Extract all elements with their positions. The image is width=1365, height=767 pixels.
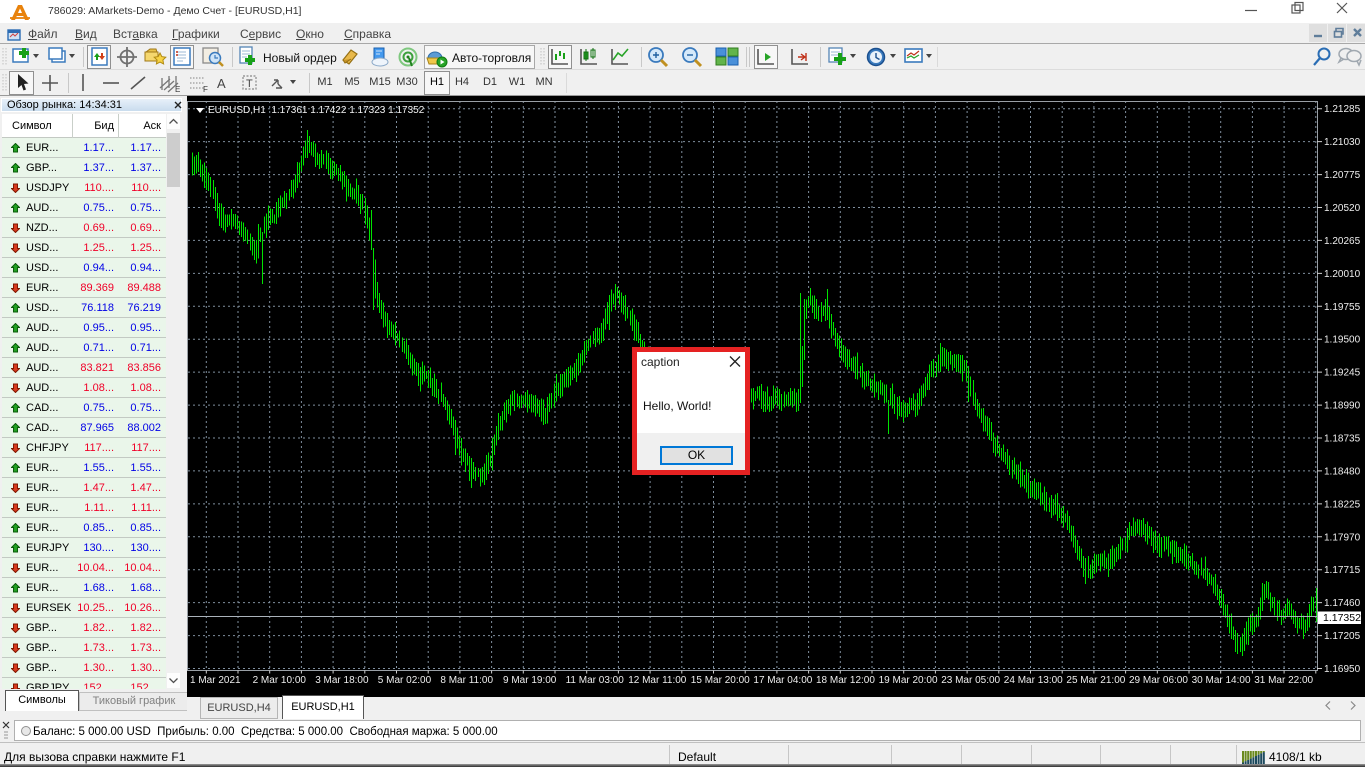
- svg-text:23 Mar 05:00: 23 Mar 05:00: [941, 675, 1000, 686]
- svg-text:12 Mar 11:00: 12 Mar 11:00: [628, 675, 687, 686]
- svg-text:25 Mar 21:00: 25 Mar 21:00: [1066, 675, 1125, 686]
- svg-text:1.18990: 1.18990: [1324, 401, 1361, 412]
- svg-text:EURUSD,H1 1.17361 1.17422 1.1: EURUSD,H1 1.17361 1.17422 1.17323 1.1735…: [208, 105, 425, 116]
- svg-text:1.21285: 1.21285: [1324, 104, 1361, 115]
- svg-text:3 Mar 18:00: 3 Mar 18:00: [315, 675, 369, 686]
- svg-text:1.19500: 1.19500: [1324, 335, 1361, 346]
- svg-text:T: T: [246, 78, 253, 90]
- svg-text:1.19245: 1.19245: [1324, 368, 1361, 379]
- svg-text:17 Mar 04:00: 17 Mar 04:00: [753, 675, 812, 686]
- svg-text:1.20010: 1.20010: [1324, 269, 1361, 280]
- svg-text:E: E: [175, 85, 180, 94]
- svg-text:1.18225: 1.18225: [1324, 499, 1361, 510]
- svg-text:1.17460: 1.17460: [1324, 598, 1361, 609]
- svg-text:31 Mar 22:00: 31 Mar 22:00: [1254, 675, 1313, 686]
- svg-text:1.16950: 1.16950: [1324, 664, 1361, 675]
- svg-text:1 Mar 2021: 1 Mar 2021: [190, 675, 241, 686]
- svg-text:1.19755: 1.19755: [1324, 302, 1361, 313]
- svg-text:18 Mar 12:00: 18 Mar 12:00: [816, 675, 875, 686]
- svg-text:1.20265: 1.20265: [1324, 236, 1361, 247]
- svg-text:11 Mar 03:00: 11 Mar 03:00: [566, 675, 625, 686]
- svg-text:1.17715: 1.17715: [1324, 565, 1361, 576]
- svg-text:1.20775: 1.20775: [1324, 170, 1361, 181]
- svg-text:1.18480: 1.18480: [1324, 466, 1361, 477]
- svg-text:19 Mar 20:00: 19 Mar 20:00: [879, 675, 938, 686]
- svg-text:1.17205: 1.17205: [1324, 631, 1361, 642]
- svg-text:F: F: [203, 85, 208, 94]
- svg-text:1.17352: 1.17352: [1323, 612, 1361, 624]
- svg-text:30 Mar 14:00: 30 Mar 14:00: [1192, 675, 1251, 686]
- svg-text:A: A: [217, 76, 226, 91]
- svg-text:8 Mar 11:00: 8 Mar 11:00: [440, 675, 493, 686]
- svg-text:9 Mar 19:00: 9 Mar 19:00: [503, 675, 557, 686]
- svg-text:1.18735: 1.18735: [1324, 434, 1361, 445]
- svg-text:5 Mar 02:00: 5 Mar 02:00: [378, 675, 432, 686]
- svg-text:24 Mar 13:00: 24 Mar 13:00: [1004, 675, 1063, 686]
- svg-text:29 Mar 06:00: 29 Mar 06:00: [1129, 675, 1188, 686]
- svg-text:1.21030: 1.21030: [1324, 137, 1361, 148]
- svg-text:1.20520: 1.20520: [1324, 203, 1361, 214]
- svg-text:2 Mar 10:00: 2 Mar 10:00: [253, 675, 307, 686]
- svg-text:1.17970: 1.17970: [1324, 532, 1361, 543]
- svg-text:15 Mar 20:00: 15 Mar 20:00: [691, 675, 750, 686]
